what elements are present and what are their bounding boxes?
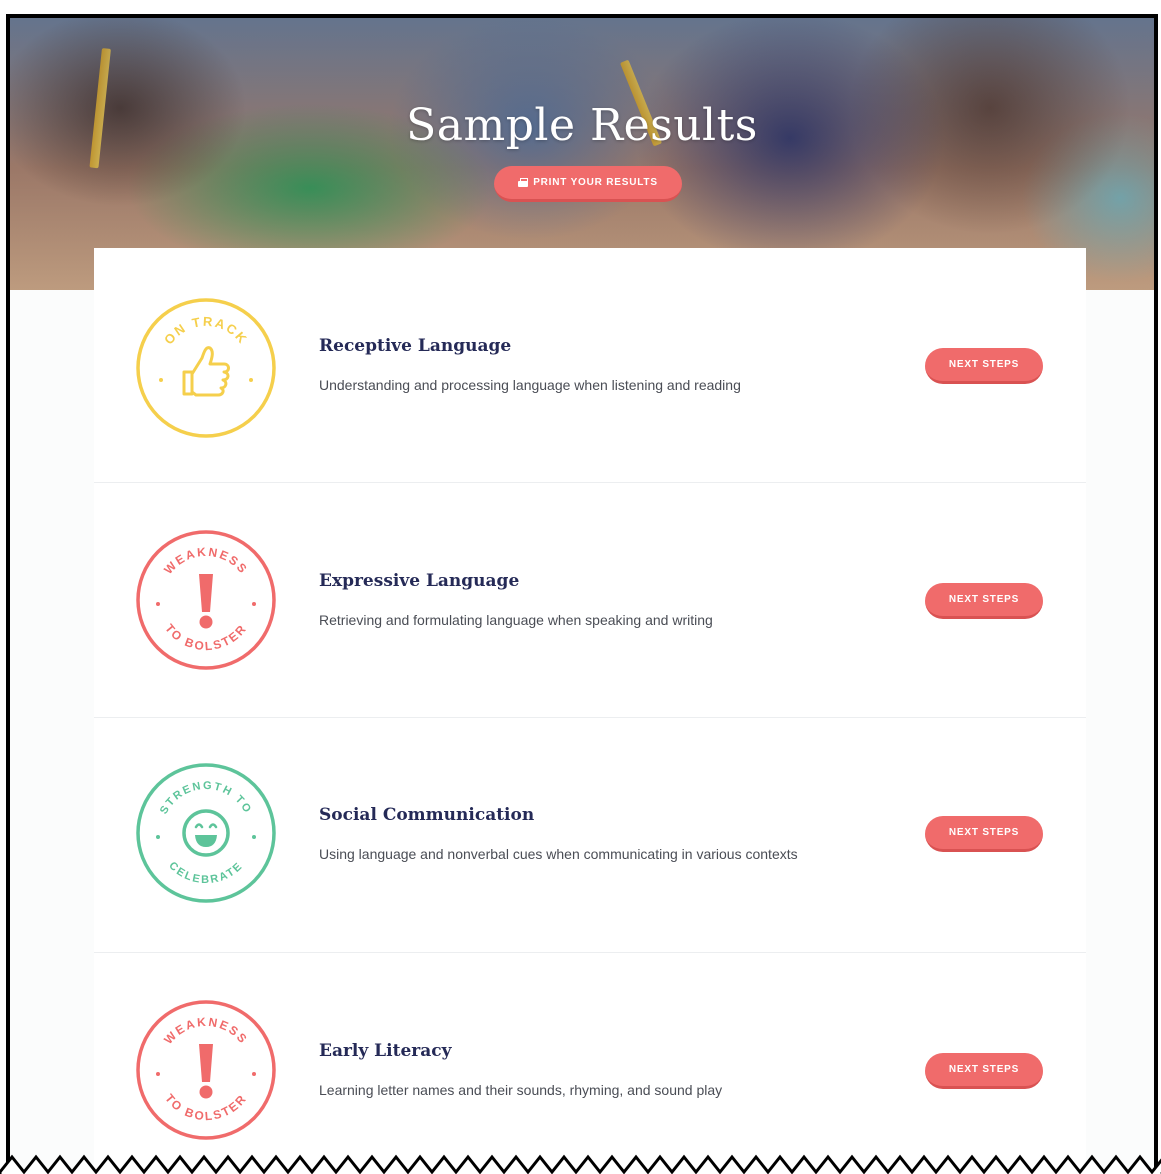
page-frame: Sample Results PRINT YOUR RESULTS ON TRA… [6, 14, 1158, 1174]
result-description: Understanding and processing language wh… [319, 377, 741, 393]
next-steps-button[interactable]: NEXT STEPS [925, 348, 1043, 384]
svg-text:CELEBRATE: CELEBRATE [166, 860, 245, 886]
result-title: Early Literacy [319, 1041, 452, 1061]
strength-badge: STRENGTH TO CELEBRATE [136, 763, 276, 903]
badge-label-bottom: CELEBRATE [166, 860, 243, 886]
result-title: Social Communication [319, 805, 535, 825]
thumbs-up-icon [182, 346, 230, 397]
badge-label-top: WEAKNESS [161, 1015, 249, 1047]
print-results-button[interactable]: PRINT YOUR RESULTS [494, 166, 682, 202]
result-title: Expressive Language [319, 571, 520, 591]
on-track-badge: ON TRACK [136, 298, 276, 438]
exclamation-icon [199, 574, 213, 629]
printer-icon [518, 178, 529, 187]
weakness-badge: WEAKNESS TO BOLSTER [136, 530, 276, 670]
badge-label-top: ON TRACK [161, 314, 249, 348]
badge-label-top: WEAKNESS [161, 545, 249, 577]
print-results-label: PRINT YOUR RESULTS [533, 177, 658, 188]
smiley-icon [182, 809, 230, 857]
next-steps-button[interactable]: NEXT STEPS [925, 583, 1043, 619]
exclamation-icon [199, 1044, 213, 1099]
result-description: Using language and nonverbal cues when c… [319, 846, 798, 862]
svg-text:ON TRACK: ON TRACK [161, 314, 251, 348]
page-title: Sample Results [406, 100, 758, 151]
svg-text:WEAKNESS: WEAKNESS [161, 1015, 251, 1047]
results-card: ON TRACK Receptive Language Understandin… [94, 248, 1086, 1174]
next-steps-button[interactable]: NEXT STEPS [925, 1053, 1043, 1089]
svg-text:WEAKNESS: WEAKNESS [161, 545, 251, 577]
result-row: ON TRACK Receptive Language Understandin… [94, 248, 1086, 483]
result-row: WEAKNESS TO BOLSTER Early Literacy Learn… [94, 953, 1086, 1174]
torn-edge-divider [0, 1154, 1161, 1174]
result-description: Learning letter names and their sounds, … [319, 1082, 723, 1098]
result-row: STRENGTH TO CELEBRATE Social Communicati… [94, 718, 1086, 953]
weakness-badge: WEAKNESS TO BOLSTER [136, 1000, 276, 1140]
next-steps-button[interactable]: NEXT STEPS [925, 816, 1043, 852]
result-row: WEAKNESS TO BOLSTER Expressive Language … [94, 483, 1086, 718]
result-title: Receptive Language [319, 336, 512, 356]
result-description: Retrieving and formulating language when… [319, 612, 713, 628]
